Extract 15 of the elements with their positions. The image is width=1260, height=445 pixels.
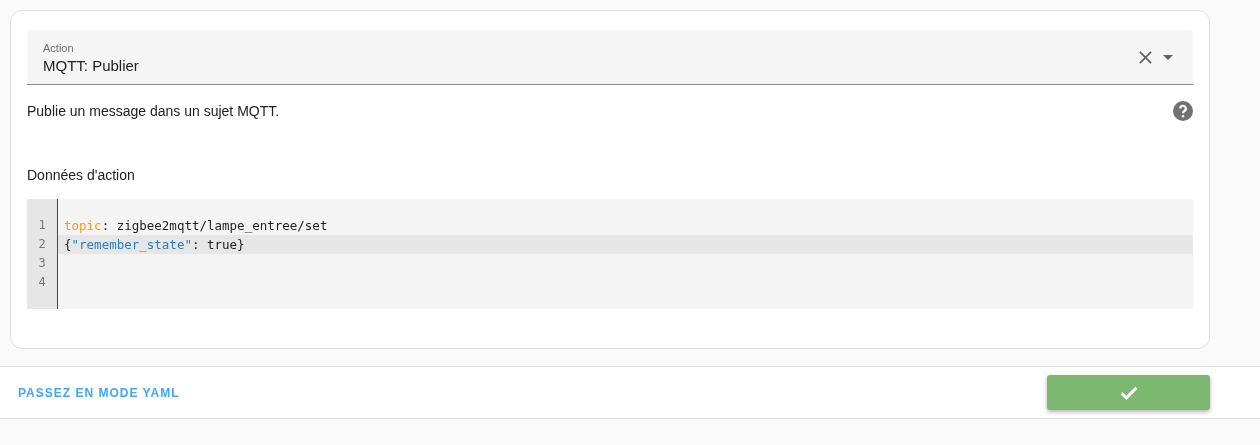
clear-icon[interactable]: [1139, 50, 1152, 64]
caret-icon[interactable]: [1163, 54, 1173, 60]
line-number: 1: [38, 217, 46, 234]
check-icon: [1119, 385, 1138, 400]
help-icon[interactable]: [1173, 101, 1193, 121]
code-line: topic: zigbee2mqtt/lampe_entree/set: [63, 217, 329, 235]
select-label: Action: [43, 42, 75, 54]
code-editor[interactable]: 1 2 3 4 topic: zigbee2mqtt/lampe_entree/set {"remember_state": true}: [27, 199, 1193, 309]
action-description: Publie un message dans un sujet MQTT.: [27, 103, 280, 119]
line-number: 4: [38, 274, 46, 291]
section-title: Données d'action: [27, 167, 136, 183]
line-number: 3: [38, 255, 46, 272]
action-select[interactable]: Action MQTT: Publier: [27, 30, 1193, 85]
line-number: 2: [38, 236, 46, 253]
select-value: MQTT: Publier: [43, 57, 140, 74]
